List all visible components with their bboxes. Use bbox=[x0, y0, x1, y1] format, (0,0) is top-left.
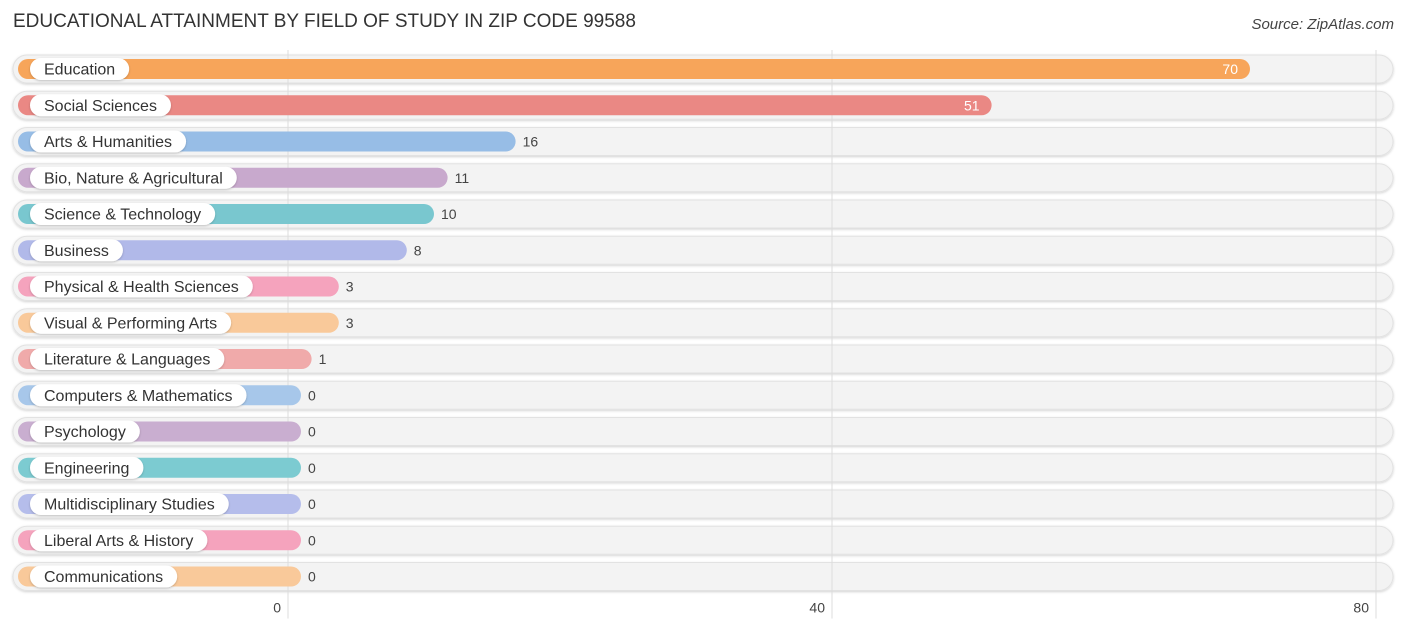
bar-group: Liberal Arts & History 0 bbox=[18, 529, 316, 552]
category-label: Education bbox=[44, 62, 115, 79]
category-label: Communications bbox=[44, 569, 163, 586]
category-label: Psychology bbox=[44, 424, 126, 441]
bar-group: Education 70 bbox=[18, 58, 1250, 80]
bar-group: Social Sciences 51 bbox=[18, 94, 992, 117]
data-label: 16 bbox=[523, 134, 539, 150]
bar-group: Multidisciplinary Studies 0 bbox=[18, 493, 316, 515]
category-label: Physical & Health Sciences bbox=[44, 279, 239, 296]
bar-group: Science & Technology 10 bbox=[18, 203, 457, 225]
bar-group: Computers & Mathematics 0 bbox=[18, 384, 316, 407]
data-label: 0 bbox=[308, 387, 316, 403]
x-tick-label: 40 bbox=[809, 600, 825, 616]
category-label: Science & Technology bbox=[44, 207, 201, 224]
data-label: 3 bbox=[346, 315, 354, 331]
x-tick-label: 80 bbox=[1353, 600, 1369, 616]
category-label: Engineering bbox=[44, 460, 129, 477]
data-label: 70 bbox=[1222, 61, 1238, 77]
bar-group: Communications 0 bbox=[18, 565, 316, 588]
bar-chart: Education 70 Social Sciences 51 Arts & Human… bbox=[12, 50, 1394, 619]
category-label: Liberal Arts & History bbox=[44, 533, 193, 550]
bar-group: Business 8 bbox=[18, 239, 422, 262]
bar-group: Arts & Humanities 16 bbox=[18, 130, 539, 153]
data-label: 8 bbox=[414, 242, 422, 258]
category-label: Bio, Nature & Agricultural bbox=[44, 170, 223, 187]
category-label: Business bbox=[44, 243, 109, 260]
bar-group: Literature & Languages 1 bbox=[18, 348, 327, 370]
bar-group: Visual & Performing Arts 3 bbox=[18, 311, 354, 334]
data-label: 51 bbox=[964, 97, 980, 113]
bar-group: Bio, Nature & Agricultural 11 bbox=[18, 166, 470, 189]
bar-group: Physical & Health Sciences 3 bbox=[18, 275, 354, 298]
data-label: 10 bbox=[441, 206, 457, 222]
bar[interactable] bbox=[18, 59, 1250, 79]
bar-group: Psychology 0 bbox=[18, 420, 316, 443]
data-label: 0 bbox=[308, 569, 316, 585]
category-label: Visual & Performing Arts bbox=[44, 315, 217, 332]
data-label: 1 bbox=[319, 351, 327, 367]
data-label: 0 bbox=[308, 532, 316, 548]
data-label: 0 bbox=[308, 496, 316, 512]
bar-group: Engineering 0 bbox=[18, 456, 316, 479]
data-label: 11 bbox=[455, 170, 470, 186]
category-label: Social Sciences bbox=[44, 98, 157, 115]
category-label: Arts & Humanities bbox=[44, 134, 172, 151]
category-label: Multidisciplinary Studies bbox=[44, 497, 215, 514]
category-label: Literature & Languages bbox=[44, 352, 210, 369]
data-label: 3 bbox=[346, 279, 354, 295]
x-tick-label: 0 bbox=[273, 600, 281, 616]
data-label: 0 bbox=[308, 424, 316, 440]
data-label: 0 bbox=[308, 460, 316, 476]
category-label: Computers & Mathematics bbox=[44, 388, 233, 405]
